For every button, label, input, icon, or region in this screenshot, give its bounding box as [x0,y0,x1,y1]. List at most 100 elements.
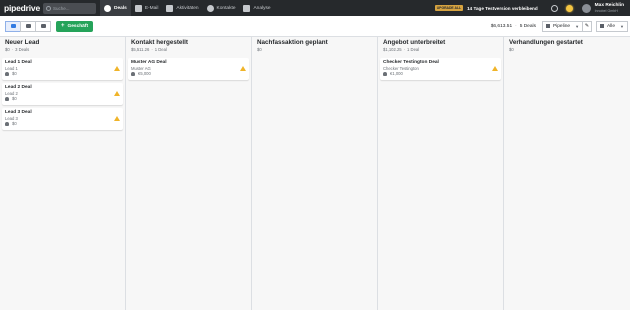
stage-value: $5,511.26 [131,47,150,52]
stage-column: Verhandlungen gestartet $0 [504,37,630,310]
search-input[interactable]: Suche... [43,2,96,14]
warning-icon[interactable] [114,116,120,121]
plus-icon: + [61,23,65,29]
pipedrive-logo[interactable]: pipedrive [4,3,40,13]
stage-title: Nachfassaktion geplant [257,39,328,46]
deal-meta: €1,000 [383,71,498,77]
stage-header: Nachfassaktion geplant $0 [252,37,377,55]
nav-analysis-label: Analyse [253,5,271,11]
stage-column: Neuer Lead $0 · 3 Deals Lead 1 Deal Lead 1… [0,37,126,310]
summary-separator: · [515,23,517,29]
view-switcher [5,20,51,32]
stage-value: $0 [5,47,10,52]
nav-analysis[interactable]: Analyse [239,0,274,16]
stage-header: Verhandlungen gestartet $0 [504,37,630,55]
deal-meta: $0 [5,121,120,127]
warning-icon[interactable] [492,66,498,71]
deal-card[interactable]: Checker Testington Deal Checker Testingt… [380,58,501,80]
deal-card[interactable]: Lead 2 Deal Lead 2 $0 [2,83,123,105]
deal-amount: €5,000 [138,71,151,76]
deal-card[interactable]: Lead 3 Deal Lead 3 $0 [2,108,123,130]
nav-activities-label: Aktivitäten [176,5,199,11]
stage-summary: $0 · 3 Deals [5,47,120,53]
pipeline-dropdown-label: Pipeline [552,23,571,29]
stage-count: 1 Deal [154,47,167,52]
person-icon [5,97,9,101]
avatar[interactable] [581,3,591,13]
stage-column: Angebot unterbreitet $1,102.25 · 1 Deal Ch… [378,37,504,310]
stage-column: Nachfassaktion geplant $0 [252,37,378,310]
person-icon [383,72,387,76]
stage-count: 1 Deal [407,47,420,52]
deal-meta: $0 [5,96,120,102]
add-deal-button[interactable]: + Geschäft [56,20,94,32]
forecast-view-button[interactable] [35,20,51,32]
top-right-area: UPGRADE ALL 14 Tage Testversion verbleib… [434,0,630,16]
deal-amount: $0 [12,71,17,76]
pipeline-icon [545,24,550,28]
contacts-icon [206,4,214,12]
pipeline-dropdown[interactable]: Pipeline ▼ [541,20,584,32]
chart-icon [243,4,251,12]
nav-deals-label: Deals [114,5,127,11]
forecast-view-icon [40,24,46,28]
deals-toolbar: + Geschäft $6,613.51 · 5 Deals Pipeline ▼ … [0,16,630,37]
user-company: Innobel GmbH [594,8,618,13]
nav-deals[interactable]: Deals [100,0,131,16]
list-view-icon [25,24,31,28]
warning-icon[interactable] [114,91,120,96]
deal-amount: $0 [12,121,17,126]
lightbulb-icon[interactable] [565,4,573,12]
upgrade-badge[interactable]: UPGRADE ALL [434,5,464,11]
deal-card[interactable]: Muster AG Deal Muster AG €5,000 [128,58,249,80]
mail-icon [134,4,142,12]
chevron-down-icon: ▼ [620,23,624,29]
stage-title: Verhandlungen gestartet [509,39,583,46]
list-view-button[interactable] [20,20,36,32]
stage-title: Neuer Lead [5,39,40,46]
stage-summary: $0 [257,47,372,53]
nav-email[interactable]: E-Mail [131,0,163,16]
nav-email-label: E-Mail [144,5,159,11]
stage-value: $1,102.25 [383,47,402,52]
stage-title: Kontakt hergestellt [131,39,189,46]
edit-pipeline-button[interactable]: ✎ [582,20,593,32]
pipeline-view-button[interactable] [5,20,21,32]
stage-header: Kontakt hergestellt $5,511.26 · 1 Deal [126,37,251,55]
deal-card[interactable]: Lead 1 Deal Lead 1 $0 [2,58,123,80]
trial-notice[interactable]: 14 Tage Testversion verbleibend [467,6,538,11]
warning-icon[interactable] [114,66,120,71]
stage-header: Angebot unterbreitet $1,102.25 · 1 Deal [378,37,503,55]
person-icon [131,72,135,76]
deal-meta: €5,000 [131,71,246,77]
search-placeholder: Suche... [53,5,70,11]
pipeline-summary: $6,613.51 · 5 Deals [491,24,536,29]
nav-contacts[interactable]: Kontakte [203,0,240,16]
pipeline-view-icon [10,24,16,28]
warning-icon[interactable] [240,66,246,71]
total-value: $6,613.51 [490,23,513,29]
nav-activities[interactable]: Aktivitäten [162,0,202,16]
pencil-icon: ✎ [584,23,590,29]
user-menu[interactable]: Max Reichlin Innobel GmbH [595,3,624,13]
add-deal-label: Geschäft [67,23,89,29]
stage-value: $0 [257,47,262,52]
deal-amount: €1,000 [390,71,403,76]
filter-dropdown-label: Alle [607,23,616,29]
nav-contacts-label: Kontakte [216,5,236,11]
deals-icon [104,4,111,12]
stage-separator: · [11,47,14,52]
chevron-down-icon: ▼ [575,23,580,29]
pipeline-board: Neuer Lead $0 · 3 Deals Lead 1 Deal Lead 1… [0,37,630,310]
filter-icon [600,24,605,28]
stage-separator: · [151,47,153,52]
filter-dropdown[interactable]: Alle ▼ [596,20,628,32]
person-icon [5,72,9,76]
stage-column: Kontakt hergestellt $5,511.26 · 1 Deal Mus… [126,37,252,310]
stage-summary: $0 [509,47,625,53]
stage-summary: $5,511.26 · 1 Deal [131,47,246,53]
help-icon[interactable] [550,4,558,12]
calendar-icon [166,4,174,12]
search-icon [46,5,51,11]
toolbar-right: $6,613.51 · 5 Deals Pipeline ▼ ✎ Alle ▼ [491,20,630,32]
